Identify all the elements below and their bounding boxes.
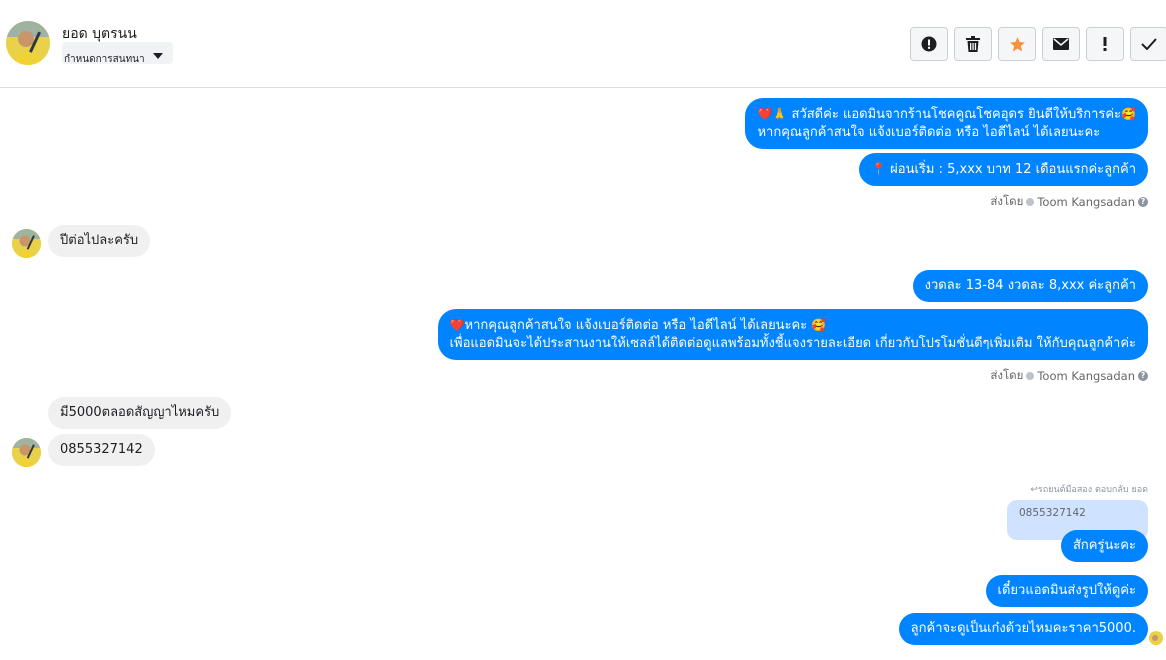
message-thread[interactable]: ❤️🙏 สวัสดีค่ะ แอดมินจากร้านโชคคูณโชคอุดร… [0, 88, 1166, 660]
mark-done-button[interactable] [1130, 27, 1166, 61]
conversation-action-dropdown[interactable]: กำหนดการสนทนา [62, 42, 173, 64]
incoming-message: 0855327142 [48, 434, 155, 466]
conversation-action-label: กำหนดการสนทนา [64, 54, 145, 64]
agent-status-icon [1026, 198, 1035, 206]
reply-label-text: รถยนต์มือสอง ตอบกลับ ยอด [1037, 485, 1148, 495]
message-text: เดี๋ยวแอดมินส่งรูปให้ดูค่ะ [997, 583, 1136, 598]
sent-by-text: ส่งโดย [990, 194, 1024, 208]
outgoing-message: 📍 ผ่อนเริ่ม : 5,xxx บาท 12 เดือนแรกค่ะลู… [859, 153, 1148, 186]
pray-emoji: 🙏 [772, 107, 788, 121]
smile-hearts-emoji: 🥰 [811, 318, 827, 332]
message-text: ลูกค้าจะดูเป็นเก๋งด้วยไหมคะราคา5000. [910, 621, 1136, 636]
quoted-text: 0855327142 [1019, 507, 1086, 519]
help-icon[interactable]: ? [1138, 371, 1148, 381]
outgoing-message: ❤️หากคุณลูกค้าสนใจ แจ้งเบอร์ติดต่อ หรือ … [437, 309, 1148, 360]
envelope-icon [1053, 38, 1069, 50]
contact-avatar-small[interactable] [12, 229, 41, 258]
message-text: หากคุณลูกค้าสนใจ แจ้งเบอร์ติดต่อ หรือ ไอ… [464, 318, 808, 333]
message-text: งวดละ 13-84 งวดละ 8,xxx ค่ะลูกค้า [924, 278, 1136, 293]
star-icon [1009, 36, 1025, 51]
outgoing-message: ลูกค้าจะดูเป็นเก๋งด้วยไหมคะราคา5000. [898, 613, 1148, 645]
delete-button[interactable] [954, 27, 992, 61]
conversation-header: ยอด บุตรนน กำหนดการสนทนา [0, 0, 1166, 88]
message-text: เพื่อแอดมินจะได้ประสานงานให้เซลล์ได้ติดต… [449, 336, 1136, 351]
sent-by-label: ส่งโดย Toom Kangsadan ? [990, 367, 1148, 385]
message-text: หากคุณลูกค้าสนใจ แจ้งเบอร์ติดต่อ หรือ ไอ… [757, 125, 1101, 140]
help-icon[interactable]: ? [1138, 197, 1148, 207]
toolbar [910, 27, 1166, 61]
incoming-message: ปีต่อไปละครับ [48, 225, 151, 257]
heart-emoji: ❤️ [757, 107, 773, 121]
incoming-message: มี5000ตลอดสัญญาไหมครับ [48, 397, 232, 429]
message-line: ❤️หากคุณลูกค้าสนใจ แจ้งเบอร์ติดต่อ หรือ … [450, 316, 1136, 335]
contact-avatar[interactable] [6, 21, 50, 65]
reply-icon: ↩ [1030, 485, 1038, 495]
checkmark-icon [1141, 38, 1157, 50]
seen-avatar [1149, 631, 1163, 645]
message-text: มี5000ตลอดสัญญาไหมครับ [60, 405, 220, 420]
outgoing-message: ❤️🙏 สวัสดีค่ะ แอดมินจากร้านโชคคูณโชคอุดร… [745, 98, 1148, 149]
message-text: ปีต่อไปละครับ [60, 233, 139, 248]
agent-status-icon [1026, 372, 1035, 380]
message-text: สักครู่นะคะ [1072, 538, 1136, 553]
agent-name: Toom Kangsadan [1037, 369, 1135, 383]
pin-emoji: 📍 [871, 162, 887, 176]
message-text: ผ่อนเริ่ม : 5,xxx บาท 12 เดือนแรกค่ะลูกค… [890, 162, 1136, 177]
smile-hearts-emoji: 🥰 [1121, 107, 1136, 121]
sent-by-text: ส่งโดย [990, 368, 1024, 382]
heart-emoji: ❤️ [449, 318, 465, 332]
trash-icon [966, 36, 980, 52]
message-text: 0855327142 [60, 442, 143, 457]
contact-avatar-small[interactable] [12, 438, 41, 467]
star-button[interactable] [998, 27, 1036, 61]
agent-name: Toom Kangsadan [1037, 195, 1135, 209]
reply-label: ↩รถยนต์มือสอง ตอบกลับ ยอด [1030, 482, 1148, 496]
sent-by-label: ส่งโดย Toom Kangsadan ? [990, 193, 1148, 211]
spam-button[interactable] [1086, 27, 1124, 61]
outgoing-message: เดี๋ยวแอดมินส่งรูปให้ดูค่ะ [985, 575, 1148, 607]
outgoing-message: สักครู่นะคะ [1060, 530, 1148, 562]
message-line: ❤️🙏 สวัสดีค่ะ แอดมินจากร้านโชคคูณโชคอุดร… [757, 105, 1136, 124]
message-text: สวัสดีค่ะ แอดมินจากร้านโชคคูณโชคอุดร ยิน… [791, 107, 1122, 122]
alert-button[interactable] [910, 27, 948, 61]
alert-icon [921, 36, 937, 52]
mail-button[interactable] [1042, 27, 1080, 61]
outgoing-message: งวดละ 13-84 งวดละ 8,xxx ค่ะลูกค้า [912, 270, 1148, 302]
caret-down-icon [153, 53, 163, 59]
exclamation-icon [1103, 37, 1107, 51]
